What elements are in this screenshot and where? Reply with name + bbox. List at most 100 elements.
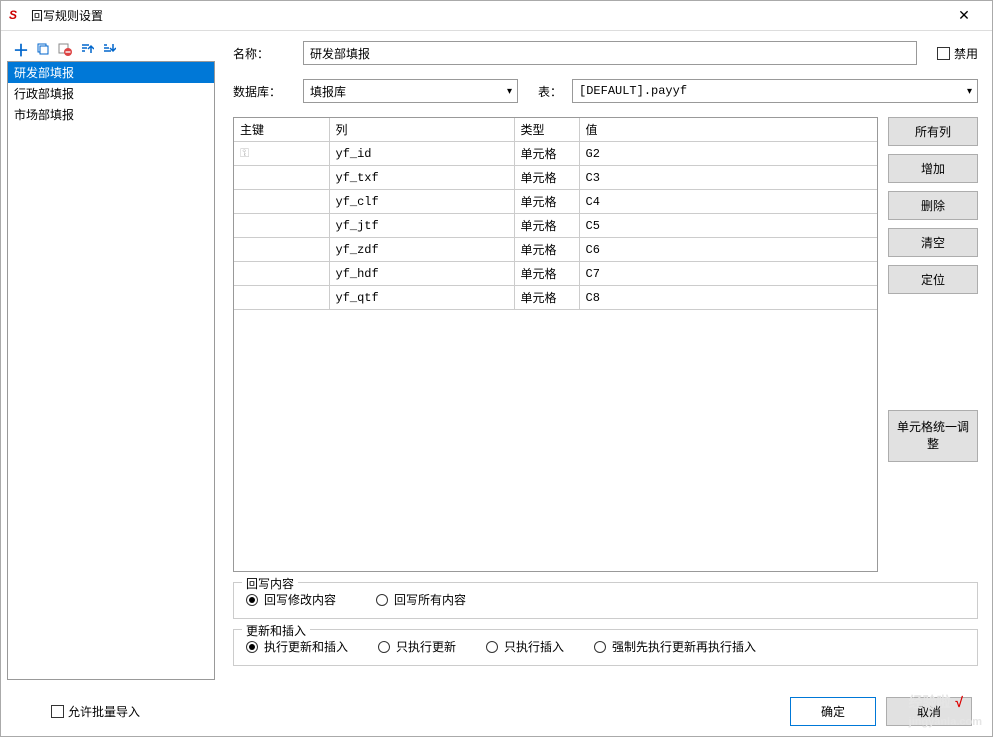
delete-rule-icon[interactable] bbox=[55, 39, 75, 59]
checkbox-icon bbox=[937, 47, 950, 60]
ok-button[interactable]: 确定 bbox=[790, 697, 876, 726]
add-rule-icon[interactable]: ＋ bbox=[11, 39, 31, 59]
close-button[interactable]: ✕ bbox=[944, 2, 984, 30]
key-cell[interactable] bbox=[234, 262, 329, 286]
type-cell[interactable]: 单元格 bbox=[514, 262, 579, 286]
val-cell[interactable]: C8 bbox=[579, 286, 877, 310]
right-panel: 名称： 禁用 数据库： ▾ 表： ▾ bbox=[225, 37, 986, 680]
key-cell[interactable] bbox=[234, 190, 329, 214]
col-cell[interactable]: yf_clf bbox=[329, 190, 514, 214]
writeback-modified-radio[interactable]: 回写修改内容 bbox=[246, 591, 336, 608]
writeback-all-radio[interactable]: 回写所有内容 bbox=[376, 591, 466, 608]
radio-label: 回写所有内容 bbox=[394, 591, 466, 608]
val-cell[interactable]: G2 bbox=[579, 142, 877, 166]
table-row[interactable]: yf_jtf单元格C5 bbox=[234, 214, 877, 238]
table-row[interactable]: yf_hdf单元格C7 bbox=[234, 262, 877, 286]
radio-icon bbox=[246, 641, 258, 653]
list-item[interactable]: 行政部填报 bbox=[8, 83, 214, 104]
db-row: 数据库： ▾ 表： ▾ bbox=[233, 79, 978, 103]
sidebar-toolbar: ＋ bbox=[7, 37, 215, 61]
key-cell[interactable] bbox=[234, 238, 329, 262]
locate-button[interactable]: 定位 bbox=[888, 265, 978, 294]
col-cell[interactable]: yf_qtf bbox=[329, 286, 514, 310]
clear-button[interactable]: 清空 bbox=[888, 228, 978, 257]
key-cell[interactable] bbox=[234, 214, 329, 238]
cancel-button[interactable]: 取消 bbox=[886, 697, 972, 726]
table-row[interactable]: ⚿ yf_id单元格G2 bbox=[234, 142, 877, 166]
table-area: 主键 列 类型 值 ⚿yf_id单元格G2yf_txf单元格C3yf_clf单元… bbox=[233, 117, 978, 572]
radio-label: 只执行插入 bbox=[504, 638, 564, 655]
force-update-insert-radio[interactable]: 强制先执行更新再执行插入 bbox=[594, 638, 756, 655]
radio-icon bbox=[376, 594, 388, 606]
db-label: 数据库： bbox=[233, 83, 293, 100]
disabled-label: 禁用 bbox=[954, 45, 978, 62]
type-cell[interactable]: 单元格 bbox=[514, 238, 579, 262]
db-select[interactable]: ▾ bbox=[303, 79, 518, 103]
radio-icon bbox=[594, 641, 606, 653]
radio-label: 回写修改内容 bbox=[264, 591, 336, 608]
table-select[interactable]: ▾ bbox=[572, 79, 978, 103]
th-col[interactable]: 列 bbox=[329, 118, 514, 142]
batch-import-label: 允许批量导入 bbox=[68, 703, 140, 720]
type-cell[interactable]: 单元格 bbox=[514, 142, 579, 166]
app-icon: S bbox=[9, 8, 25, 24]
table-select-input[interactable] bbox=[572, 79, 978, 103]
copy-rule-icon[interactable] bbox=[33, 39, 53, 59]
table-row[interactable]: yf_txf单元格C3 bbox=[234, 166, 877, 190]
key-cell[interactable]: ⚿ bbox=[234, 142, 329, 166]
val-cell[interactable]: C6 bbox=[579, 238, 877, 262]
cell-adjust-button[interactable]: 单元格统一调整 bbox=[888, 410, 978, 462]
col-cell[interactable]: yf_jtf bbox=[329, 214, 514, 238]
col-cell[interactable]: yf_zdf bbox=[329, 238, 514, 262]
table-row[interactable]: yf_zdf单元格C6 bbox=[234, 238, 877, 262]
update-insert-radio[interactable]: 执行更新和插入 bbox=[246, 638, 348, 655]
update-insert-legend: 更新和插入 bbox=[242, 622, 310, 639]
val-cell[interactable]: C4 bbox=[579, 190, 877, 214]
window-title: 回写规则设置 bbox=[31, 7, 944, 24]
radio-icon bbox=[486, 641, 498, 653]
val-cell[interactable]: C7 bbox=[579, 262, 877, 286]
type-cell[interactable]: 单元格 bbox=[514, 190, 579, 214]
val-cell[interactable]: C3 bbox=[579, 166, 877, 190]
th-val[interactable]: 值 bbox=[579, 118, 877, 142]
table-row[interactable]: yf_qtf单元格C8 bbox=[234, 286, 877, 310]
add-row-button[interactable]: 增加 bbox=[888, 154, 978, 183]
db-select-input[interactable] bbox=[303, 79, 518, 103]
insert-only-radio[interactable]: 只执行插入 bbox=[486, 638, 564, 655]
th-type[interactable]: 类型 bbox=[514, 118, 579, 142]
update-only-radio[interactable]: 只执行更新 bbox=[378, 638, 456, 655]
all-columns-button[interactable]: 所有列 bbox=[888, 117, 978, 146]
key-cell[interactable] bbox=[234, 286, 329, 310]
name-label: 名称： bbox=[233, 45, 293, 62]
col-cell[interactable]: yf_id bbox=[329, 142, 514, 166]
col-cell[interactable]: yf_hdf bbox=[329, 262, 514, 286]
table-row[interactable]: yf_clf单元格C4 bbox=[234, 190, 877, 214]
key-cell[interactable] bbox=[234, 166, 329, 190]
radio-label: 只执行更新 bbox=[396, 638, 456, 655]
type-cell[interactable]: 单元格 bbox=[514, 166, 579, 190]
list-item[interactable]: 市场部填报 bbox=[8, 104, 214, 125]
writeback-legend: 回写内容 bbox=[242, 575, 298, 592]
col-cell[interactable]: yf_txf bbox=[329, 166, 514, 190]
name-input[interactable] bbox=[303, 41, 917, 65]
list-item[interactable]: 研发部填报 bbox=[8, 62, 214, 83]
type-cell[interactable]: 单元格 bbox=[514, 214, 579, 238]
update-insert-fieldset: 更新和插入 执行更新和插入 只执行更新 只执行插入 bbox=[233, 629, 978, 666]
th-key[interactable]: 主键 bbox=[234, 118, 329, 142]
radio-label: 执行更新和插入 bbox=[264, 638, 348, 655]
name-row: 名称： 禁用 bbox=[233, 41, 978, 65]
columns-table[interactable]: 主键 列 类型 值 ⚿yf_id单元格G2yf_txf单元格C3yf_clf单元… bbox=[233, 117, 878, 572]
move-down-icon[interactable] bbox=[99, 39, 119, 59]
batch-import-checkbox[interactable]: 允许批量导入 bbox=[51, 703, 140, 720]
move-up-icon[interactable] bbox=[77, 39, 97, 59]
main-area: ＋ 研发部填报 行政部填报 市场部填报 bbox=[1, 31, 992, 686]
type-cell[interactable]: 单元格 bbox=[514, 286, 579, 310]
delete-row-button[interactable]: 删除 bbox=[888, 191, 978, 220]
val-cell[interactable]: C5 bbox=[579, 214, 877, 238]
titlebar: S 回写规则设置 ✕ bbox=[1, 1, 992, 31]
radio-icon bbox=[246, 594, 258, 606]
disabled-checkbox[interactable]: 禁用 bbox=[937, 45, 978, 62]
rules-list[interactable]: 研发部填报 行政部填报 市场部填报 bbox=[7, 61, 215, 680]
key-icon: ⚿ bbox=[240, 146, 249, 160]
bottom-bar: 允许批量导入 确定 取消 bbox=[1, 686, 992, 736]
